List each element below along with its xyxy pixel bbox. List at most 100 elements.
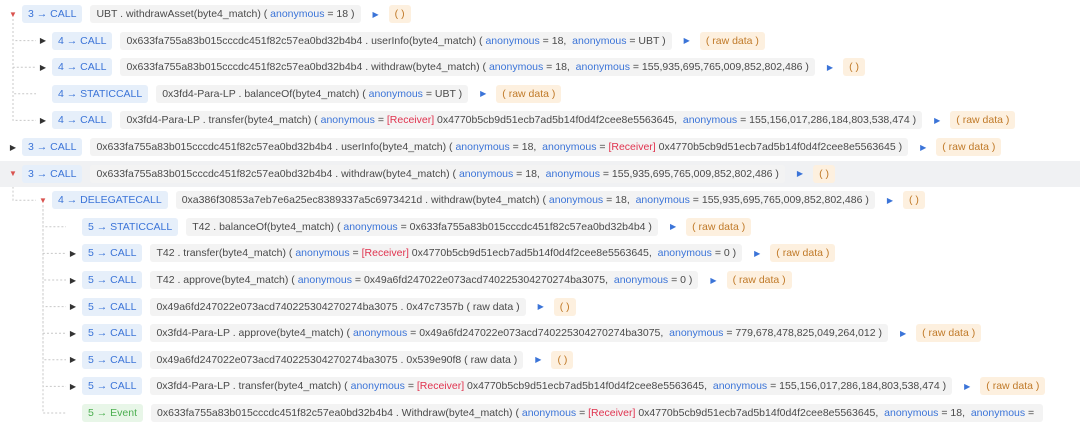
call-signature[interactable]: T42 . transfer(byte4_match) ( anonymous … [150, 244, 743, 263]
call-signature[interactable]: 0x633fa755a83b015cccdc451f82c57ea0bd32b4… [120, 58, 815, 77]
triangle-right-icon[interactable]: ▶ [900, 329, 906, 338]
caret-right-icon[interactable]: ▶ [38, 36, 48, 45]
tree-connector [42, 205, 66, 308]
caret-right-icon[interactable]: ▶ [38, 63, 48, 72]
caret-down-icon[interactable]: ▼ [8, 169, 18, 178]
call-signature[interactable]: 0x633fa755a83b015cccdc451f82c57ea0bd32b4… [120, 31, 672, 50]
trace-row[interactable]: ▶ 3 → CALL 0x633fa755a83b015cccdc451f82c57… [8, 134, 1002, 160]
return-value[interactable]: ( ) [553, 297, 576, 316]
caret-right-icon[interactable]: ▶ [68, 249, 78, 258]
trace-row[interactable]: ▼ 4 → DELEGATECALL 0xa386f30853a7eb7e6a25e… [38, 187, 925, 213]
call-text: 0x3fd4-Para-LP . approve(byte4_match) ( [156, 327, 353, 340]
call-text: = 779,678,478,825,049,264,012 ) [723, 327, 882, 340]
return-value[interactable]: ( raw data ) [770, 244, 836, 263]
triangle-right-icon[interactable]: ▶ [887, 196, 893, 205]
caret-down-icon[interactable]: ▼ [38, 196, 48, 205]
call-text: = 18, [513, 167, 546, 180]
tree-connector [42, 205, 66, 414]
return-value[interactable]: ( ) [388, 5, 411, 23]
call-signature[interactable]: 0x633fa755a83b015cccdc451f82c57ea0bd32b4… [151, 404, 1044, 422]
call-signature[interactable]: T42 . balanceOf(byte4_match) ( anonymous… [186, 217, 658, 236]
trace-row[interactable]: ▶ 5 → CALL 0x3fd4-Para-LP . transfer(byte4… [68, 373, 1046, 399]
triangle-right-icon[interactable]: ▶ [827, 63, 833, 72]
call-text: 0x3fd4-Para-LP . transfer(byte4_match) ( [156, 380, 351, 393]
return-value[interactable]: ( raw data ) [726, 271, 792, 289]
return-value[interactable]: ( raw data ) [980, 377, 1046, 396]
call-signature[interactable]: 0x3fd4-Para-LP . approve(byte4_match) ( … [150, 324, 888, 343]
caret-right-icon[interactable]: ▶ [68, 382, 78, 391]
triangle-right-icon[interactable]: ▶ [535, 355, 541, 364]
return-value[interactable]: ( ) [843, 58, 865, 77]
return-value[interactable]: ( raw data ) [686, 217, 752, 236]
return-value[interactable]: ( ) [813, 164, 835, 183]
param-name: anonymous [488, 61, 544, 74]
return-value[interactable]: ( raw data ) [950, 111, 1016, 130]
call-signature[interactable]: 0x3fd4-Para-LP . transfer(byte4_match) (… [150, 377, 953, 396]
call-text: = [576, 407, 589, 419]
call-signature[interactable]: 0x633fa755a83b015cccdc451f82c57ea0bd32b4… [90, 164, 785, 183]
triangle-right-icon[interactable]: ▶ [684, 36, 690, 45]
param-name: anonymous [542, 141, 597, 153]
call-text: = 18, [543, 61, 576, 74]
triangle-right-icon[interactable]: ▶ [934, 116, 940, 125]
trace-row[interactable]: ▶ 4 → CALL 0x3fd4-Para-LP . transfer(byte4… [38, 107, 1016, 133]
caret-right-icon[interactable]: ▶ [38, 116, 48, 125]
trace-row[interactable]: ▶ 4 → STATICCALL 0x3fd4-Para-LP . balanceO… [38, 81, 562, 107]
call-signature[interactable]: 0x49a6fd247022e073acd740225304270274ba30… [150, 350, 524, 369]
caret-right-icon[interactable]: ▶ [68, 355, 78, 364]
triangle-right-icon[interactable]: ▶ [373, 10, 379, 19]
return-value[interactable]: ( ) [551, 350, 574, 369]
trace-row[interactable]: ▶ 5 → CALL 0x3fd4-Para-LP . approve(byte4_… [68, 320, 982, 346]
call-text: = UBT ) [422, 87, 463, 100]
param-name: anonymous [657, 247, 712, 260]
triangle-right-icon[interactable]: ▶ [480, 89, 486, 98]
call-signature[interactable]: 0x3fd4-Para-LP . transfer(byte4_match) (… [120, 111, 923, 130]
call-text: T42 . balanceOf(byte4_match) ( [192, 220, 344, 233]
call-signature[interactable]: 0x49a6fd247022e073acd740225304270274ba30… [150, 297, 526, 316]
return-value[interactable]: ( raw data ) [496, 84, 562, 103]
triangle-right-icon[interactable]: ▶ [670, 222, 676, 231]
param-name: anonymous [297, 274, 352, 286]
trace-row[interactable]: ▶ 5 → CALL T42 . approve(byte4_match) ( an… [68, 267, 792, 293]
return-value[interactable]: ( raw data ) [916, 324, 982, 343]
return-value[interactable]: ( raw data ) [936, 138, 1002, 156]
call-type-badge: 5 → CALL [82, 271, 143, 289]
trace-row[interactable]: ▼ 3 → CALL UBT . withdrawAsset(byte4_match… [8, 1, 411, 27]
caret-right-icon[interactable]: ▶ [68, 302, 78, 311]
call-signature[interactable]: 0x633fa755a83b015cccdc451f82c57ea0bd32b4… [90, 138, 909, 156]
return-value[interactable]: ( ) [903, 191, 925, 210]
caret-right-icon[interactable]: ▶ [8, 143, 18, 152]
trace-row[interactable]: ▶ 4 → CALL 0x633fa755a83b015cccdc451f82c57… [38, 54, 865, 80]
param-name: anonymous [575, 61, 630, 74]
call-text: 0x3fd4-Para-LP . balanceOf(byte4_match) … [162, 87, 369, 100]
param-name: anonymous [572, 34, 627, 47]
triangle-right-icon[interactable]: ▶ [754, 249, 760, 258]
caret-right-icon[interactable]: ▶ [68, 276, 78, 285]
tree-connector [42, 205, 66, 387]
tree-connector [42, 205, 66, 361]
trace-row[interactable]: ▼ 3 → CALL 0x633fa755a83b015cccdc451f82c57… [0, 160, 1080, 187]
trace-row[interactable]: ▶ 5 → CALL T42 . transfer(byte4_match) ( a… [68, 240, 836, 266]
caret-down-icon[interactable]: ▼ [8, 10, 18, 19]
caret-right-icon[interactable]: ▶ [68, 329, 78, 338]
triangle-right-icon[interactable]: ▶ [538, 302, 544, 311]
call-text: 0x4770b5cb9d51ecb7ad5b14f0d4f2cee8e55636… [655, 141, 903, 153]
call-signature[interactable]: T42 . approve(byte4_match) ( anonymous =… [150, 271, 699, 289]
triangle-right-icon[interactable]: ▶ [797, 169, 803, 178]
call-signature[interactable]: UBT . withdrawAsset(byte4_match) ( anony… [90, 5, 361, 23]
call-type-badge: 5 → Event [82, 404, 144, 422]
trace-row[interactable]: ▶ 5 → CALL 0x49a6fd247022e073acd7402253042… [68, 294, 576, 320]
triangle-right-icon[interactable]: ▶ [920, 143, 926, 152]
call-text: = 18, [509, 141, 543, 153]
trace-row[interactable]: ▶ 4 → CALL 0x633fa755a83b015cccdc451f82c57… [38, 28, 765, 54]
triangle-right-icon[interactable]: ▶ [710, 276, 716, 285]
trace-row[interactable]: ▶5 → Event0x633fa755a83b015cccdc451f82c5… [68, 400, 1044, 426]
trace-row[interactable]: ▶ 5 → STATICCALL T42 . balanceOf(byte4_mat… [68, 214, 752, 240]
trace-row[interactable]: ▶ 5 → CALL 0x49a6fd247022e073acd7402253042… [68, 347, 574, 373]
call-signature[interactable]: 0xa386f30853a7eb7e6a25ec8389337a5c697342… [175, 191, 875, 210]
param-name: anonymous [635, 194, 690, 207]
triangle-right-icon[interactable]: ▶ [964, 382, 970, 391]
call-signature[interactable]: 0x3fd4-Para-LP . balanceOf(byte4_match) … [156, 84, 469, 103]
return-value[interactable]: ( raw data ) [699, 31, 765, 50]
call-type-badge: 4 → STATICCALL [52, 84, 149, 103]
